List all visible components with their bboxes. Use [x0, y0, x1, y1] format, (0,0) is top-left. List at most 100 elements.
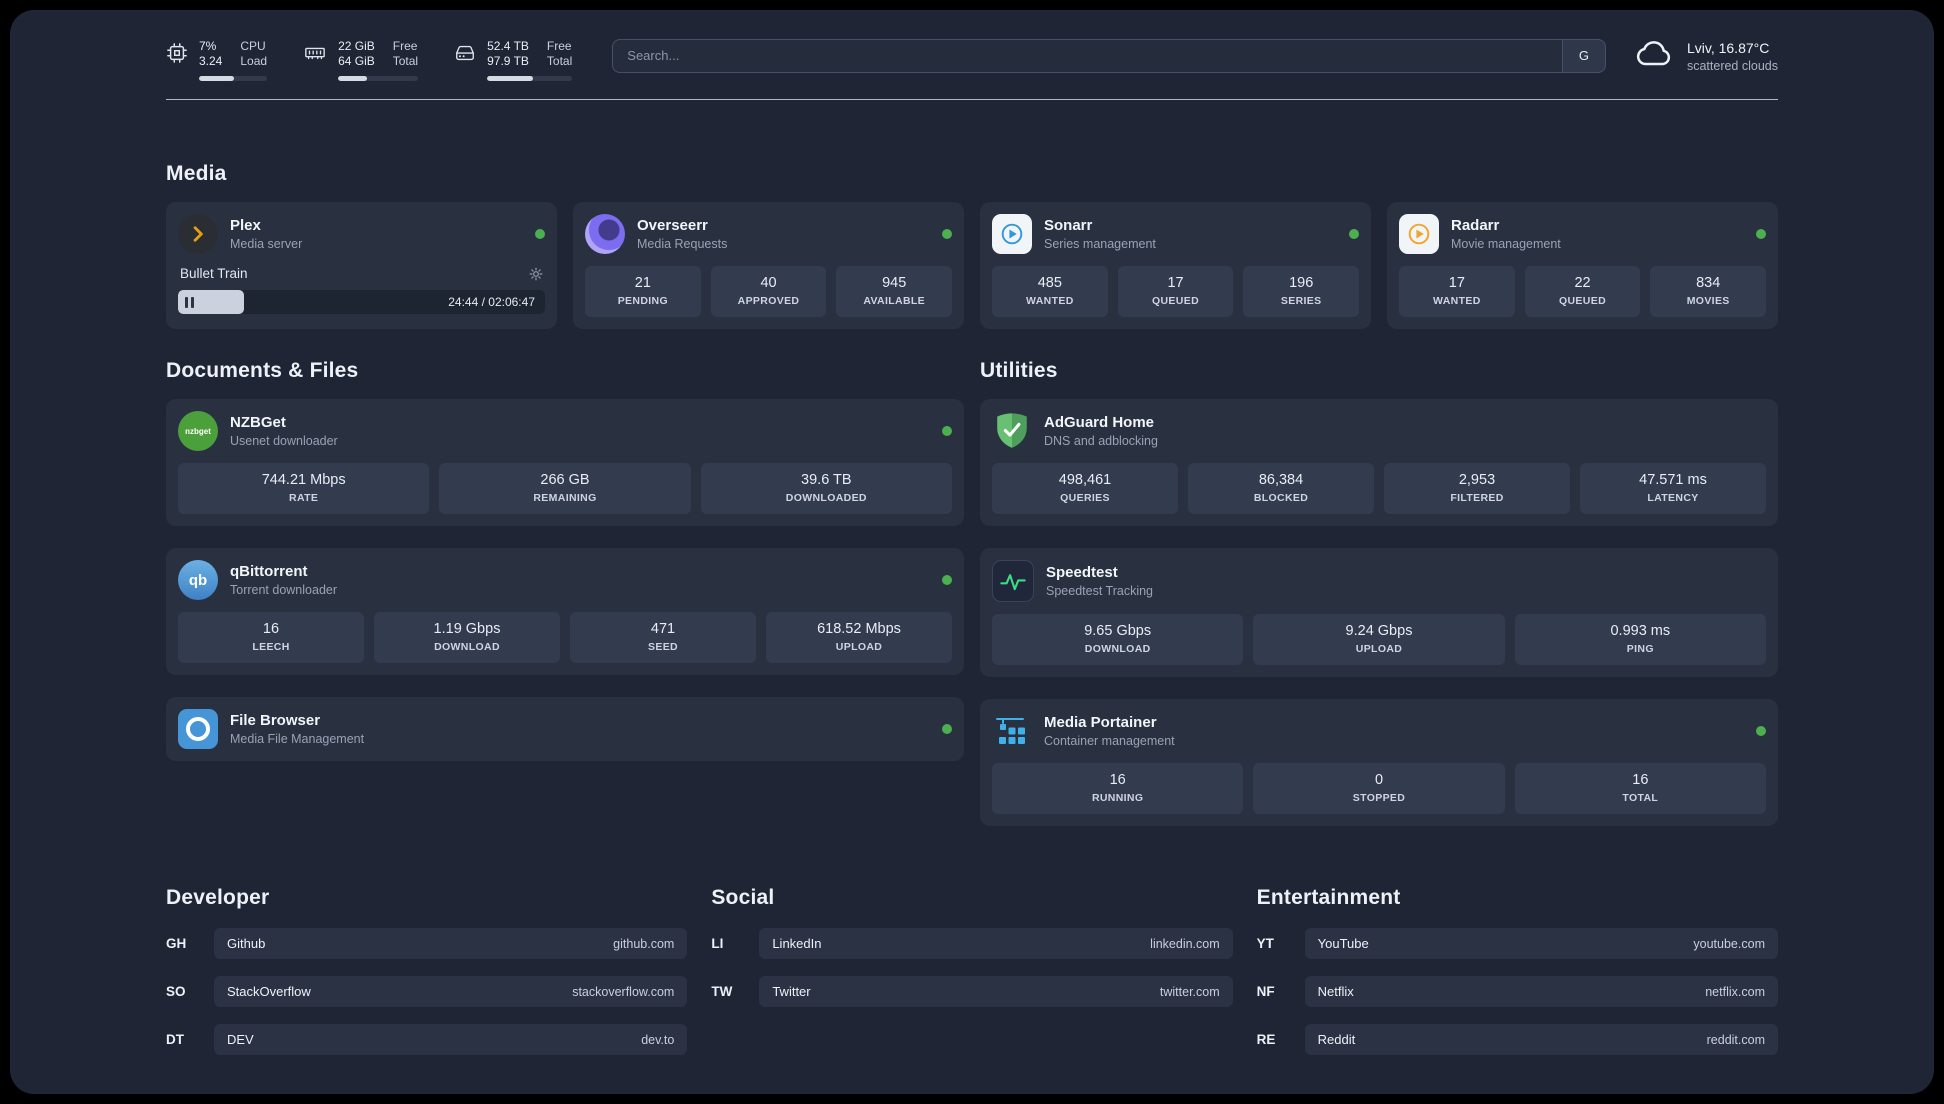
dashboard-page: 7% 3.24 CPU Load 22 GiB 64 GiB Free Tota… — [10, 10, 1934, 1094]
stat-label: REMAINING — [533, 492, 597, 504]
stat-value: 1.19 Gbps — [433, 621, 501, 637]
app-name: File Browser — [230, 712, 321, 729]
section-title-media: Media — [166, 162, 227, 185]
stat-value: 16 — [262, 621, 280, 637]
disk-icon — [454, 39, 476, 81]
card-overseerr[interactable]: Overseerr Media Requests 21 PENDING 40 A… — [573, 202, 964, 329]
stat-label: DOWNLOAD — [434, 641, 500, 653]
link-name: StackOverflow — [227, 984, 311, 999]
stat-queued: 17 QUEUED — [1117, 266, 1234, 317]
stat-label: DOWNLOAD — [1084, 643, 1151, 655]
link-abbr: LI — [711, 936, 724, 951]
app-name: Plex — [230, 217, 261, 234]
disk-free-label: Free — [546, 38, 572, 53]
link-name: DEV — [227, 1032, 254, 1047]
stat-label: FILTERED — [1450, 492, 1504, 504]
card-speedtest[interactable]: Speedtest Speedtest Tracking 9.65 Gbps D… — [980, 548, 1778, 677]
status-dot — [535, 229, 545, 239]
pause-icon[interactable] — [185, 296, 194, 308]
link-abbr: RE — [1256, 1032, 1276, 1047]
link-name: Reddit — [1317, 1032, 1356, 1047]
disk-total-value: 97.9 TB — [487, 53, 529, 68]
app-name: Speedtest — [1046, 564, 1118, 581]
stat-value: 21 — [634, 275, 651, 291]
stat-label: WANTED — [1433, 295, 1481, 307]
link-abbr: SO — [166, 984, 186, 999]
adguard-icon — [992, 411, 1032, 451]
plex-icon — [178, 214, 218, 254]
stat-rate: 744.21 Mbps RATE — [178, 463, 430, 514]
link-name: YouTube — [1317, 936, 1369, 951]
card-nzbget[interactable]: nzbget NZBGet Usenet downloader 744.21 M… — [166, 399, 964, 526]
stat-queued: 22 QUEUED — [1524, 266, 1641, 317]
app-subtitle: Speedtest Tracking — [1046, 584, 1154, 598]
card-adguard[interactable]: AdGuard Home DNS and adblocking 498,461 … — [980, 399, 1778, 526]
card-filebrowser[interactable]: File Browser Media File Management — [166, 697, 964, 761]
card-plex[interactable]: Plex Media server Bullet Train 24:44 / 0… — [166, 202, 557, 329]
stat-value: 471 — [650, 621, 676, 637]
stat-value: 47.571 ms — [1639, 472, 1707, 488]
link-url: github.com — [613, 936, 675, 951]
status-dot — [1349, 229, 1359, 239]
stat-label: PING — [1626, 643, 1654, 655]
link-netflix[interactable]: NF Netflix netflix.com — [1257, 976, 1778, 1007]
link-url: dev.to — [641, 1032, 675, 1047]
stat-label: APPROVED — [737, 295, 800, 307]
link-linkedin[interactable]: LI LinkedIn linkedin.com — [711, 928, 1233, 959]
card-qbittorrent[interactable]: qb qBittorrent Torrent downloader 16 LEE… — [166, 548, 964, 675]
stat-running: 16 RUNNING — [992, 763, 1244, 814]
gear-icon[interactable] — [529, 267, 543, 281]
stat-series: 196 SERIES — [1243, 266, 1360, 317]
status-dot — [1756, 726, 1766, 736]
stat-label: RUNNING — [1091, 792, 1144, 804]
link-url: youtube.com — [1693, 936, 1765, 951]
search-engine-button[interactable]: G — [1561, 38, 1606, 73]
card-radarr[interactable]: Radarr Movie management 17 WANTED 22 QUE… — [1387, 202, 1778, 329]
app-name: Sonarr — [1044, 217, 1093, 234]
section-title-entertainment: Entertainment — [1256, 886, 1401, 909]
stat-upload: 9.24 Gbps UPLOAD — [1253, 614, 1505, 665]
stat-value: 266 GB — [540, 472, 590, 488]
search-input[interactable] — [612, 38, 1562, 73]
app-subtitle: Usenet downloader — [230, 434, 338, 448]
stat-label: QUEUED — [1558, 295, 1607, 307]
link-url: reddit.com — [1706, 1032, 1765, 1047]
cpu-usage-bar — [199, 75, 268, 81]
link-name: LinkedIn — [772, 936, 822, 951]
link-twitter[interactable]: TW Twitter twitter.com — [711, 976, 1233, 1007]
stat-stopped: 0 STOPPED — [1253, 763, 1505, 814]
stat-value: 17 — [1167, 275, 1184, 291]
section-utilities: Utilities AdGuard Home DNS and adblockin… — [980, 359, 1778, 826]
sonarr-icon — [992, 214, 1032, 254]
cpu-usage-fill — [199, 75, 235, 81]
link-github[interactable]: GH Github github.com — [166, 928, 688, 959]
status-dot — [1756, 229, 1766, 239]
app-subtitle: Container management — [1044, 734, 1175, 748]
stat-label: LATENCY — [1647, 492, 1699, 504]
link-stackoverflow[interactable]: SO StackOverflow stackoverflow.com — [166, 976, 688, 1007]
stat-value: 9.65 Gbps — [1084, 623, 1152, 639]
app-subtitle: Movie management — [1451, 237, 1561, 251]
section-documents: Documents & Files nzbget NZBGet Usenet d… — [166, 359, 964, 761]
playback-time: 24:44 / 02:06:47 — [448, 295, 535, 309]
stat-label: LEECH — [252, 641, 290, 653]
playback-progress-bar[interactable]: 24:44 / 02:06:47 — [178, 290, 545, 314]
cpu-load-label: Load — [240, 53, 268, 68]
status-dot — [942, 229, 952, 239]
status-dot — [942, 426, 952, 436]
link-reddit[interactable]: RE Reddit reddit.com — [1257, 1024, 1778, 1055]
card-sonarr[interactable]: Sonarr Series management 485 WANTED 17 Q… — [980, 202, 1371, 329]
stat-value: 16 — [1632, 772, 1649, 788]
stat-value: 86,384 — [1258, 472, 1304, 488]
status-dot — [942, 575, 952, 585]
stat-value: 22 — [1574, 275, 1591, 291]
stat-label: WANTED — [1026, 295, 1074, 307]
card-portainer[interactable]: Media Portainer Container management 16 … — [980, 699, 1778, 826]
cloud-icon — [1634, 38, 1674, 75]
link-youtube[interactable]: YT YouTube youtube.com — [1257, 928, 1778, 959]
app-name: Radarr — [1451, 217, 1500, 234]
link-url: netflix.com — [1705, 984, 1765, 999]
stat-latency: 47.571 ms LATENCY — [1580, 463, 1766, 514]
link-dev[interactable]: DT DEV dev.to — [166, 1024, 688, 1055]
section-social: Social LI LinkedIn linkedin.com TW Twitt… — [711, 886, 1233, 1007]
